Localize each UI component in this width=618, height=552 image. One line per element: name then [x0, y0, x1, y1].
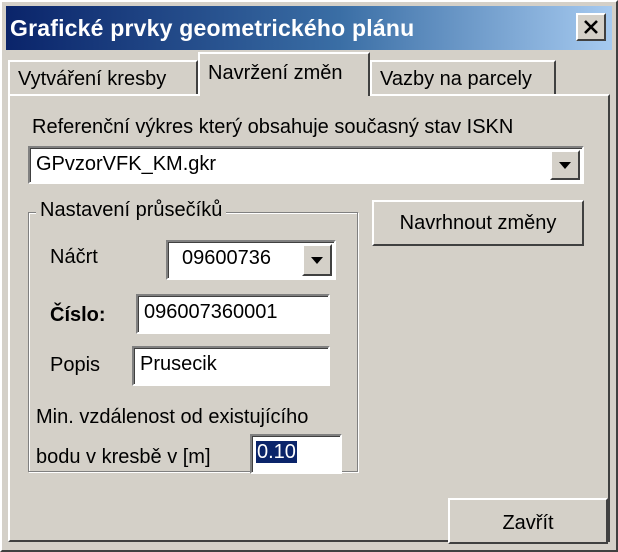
- tab-vazby-na-parcely[interactable]: Vazby na parcely: [370, 60, 556, 94]
- close-window-button[interactable]: [576, 13, 606, 41]
- tab-label: Vytváření kresby: [18, 68, 167, 90]
- tab-label: Vazby na parcely: [380, 68, 532, 90]
- window-title: Grafické prvky geometrického plánu: [10, 15, 415, 41]
- number-input[interactable]: 096007360001: [136, 294, 330, 334]
- number-label: Číslo:: [50, 304, 106, 326]
- tab-vytvareni-kresby[interactable]: Vytváření kresby: [8, 60, 198, 94]
- number-value: 096007360001: [144, 301, 278, 323]
- min-distance-field-content: 0.10: [256, 441, 297, 464]
- min-distance-value: 0.10: [256, 441, 297, 463]
- sketch-select[interactable]: 09600736: [166, 240, 336, 280]
- chevron-down-icon: [311, 257, 323, 264]
- reference-drawing-select[interactable]: GPvzorVFK_KM.gkr: [28, 146, 584, 184]
- sketch-dropdown-button[interactable]: [302, 244, 332, 276]
- reference-drawing-value: GPvzorVFK_KM.gkr: [36, 153, 217, 175]
- tab-label: Navržení změn: [208, 62, 343, 84]
- min-distance-label-line1: Min. vzdálenost od existujícího: [36, 406, 309, 428]
- propose-changes-button[interactable]: Navrhnout změny: [372, 200, 584, 246]
- close-icon: [584, 20, 598, 34]
- tab-navrzeni-zmen[interactable]: Navržení změn: [198, 52, 370, 96]
- reference-drawing-label: Referenční výkres který obsahuje současn…: [32, 116, 514, 138]
- sketch-value: 09600736: [182, 247, 271, 269]
- description-label: Popis: [50, 354, 101, 376]
- description-value: Prusecik: [140, 353, 217, 375]
- description-input[interactable]: Prusecik: [132, 346, 330, 386]
- sketch-label: Náčrt: [50, 246, 98, 268]
- chevron-down-icon: [559, 162, 571, 169]
- title-bar[interactable]: Grafické prvky geometrického plánu: [6, 6, 612, 50]
- reference-dropdown-button[interactable]: [550, 150, 580, 180]
- close-button[interactable]: Zavřít: [448, 498, 608, 544]
- intersection-settings-title: Nastavení průsečíků: [36, 199, 227, 222]
- min-distance-label-line2: bodu v kresbě v [m]: [36, 446, 211, 468]
- min-distance-input[interactable]: 0.10: [250, 434, 342, 474]
- dialog-window: Grafické prvky geometrického plánu Vytvá…: [0, 0, 618, 552]
